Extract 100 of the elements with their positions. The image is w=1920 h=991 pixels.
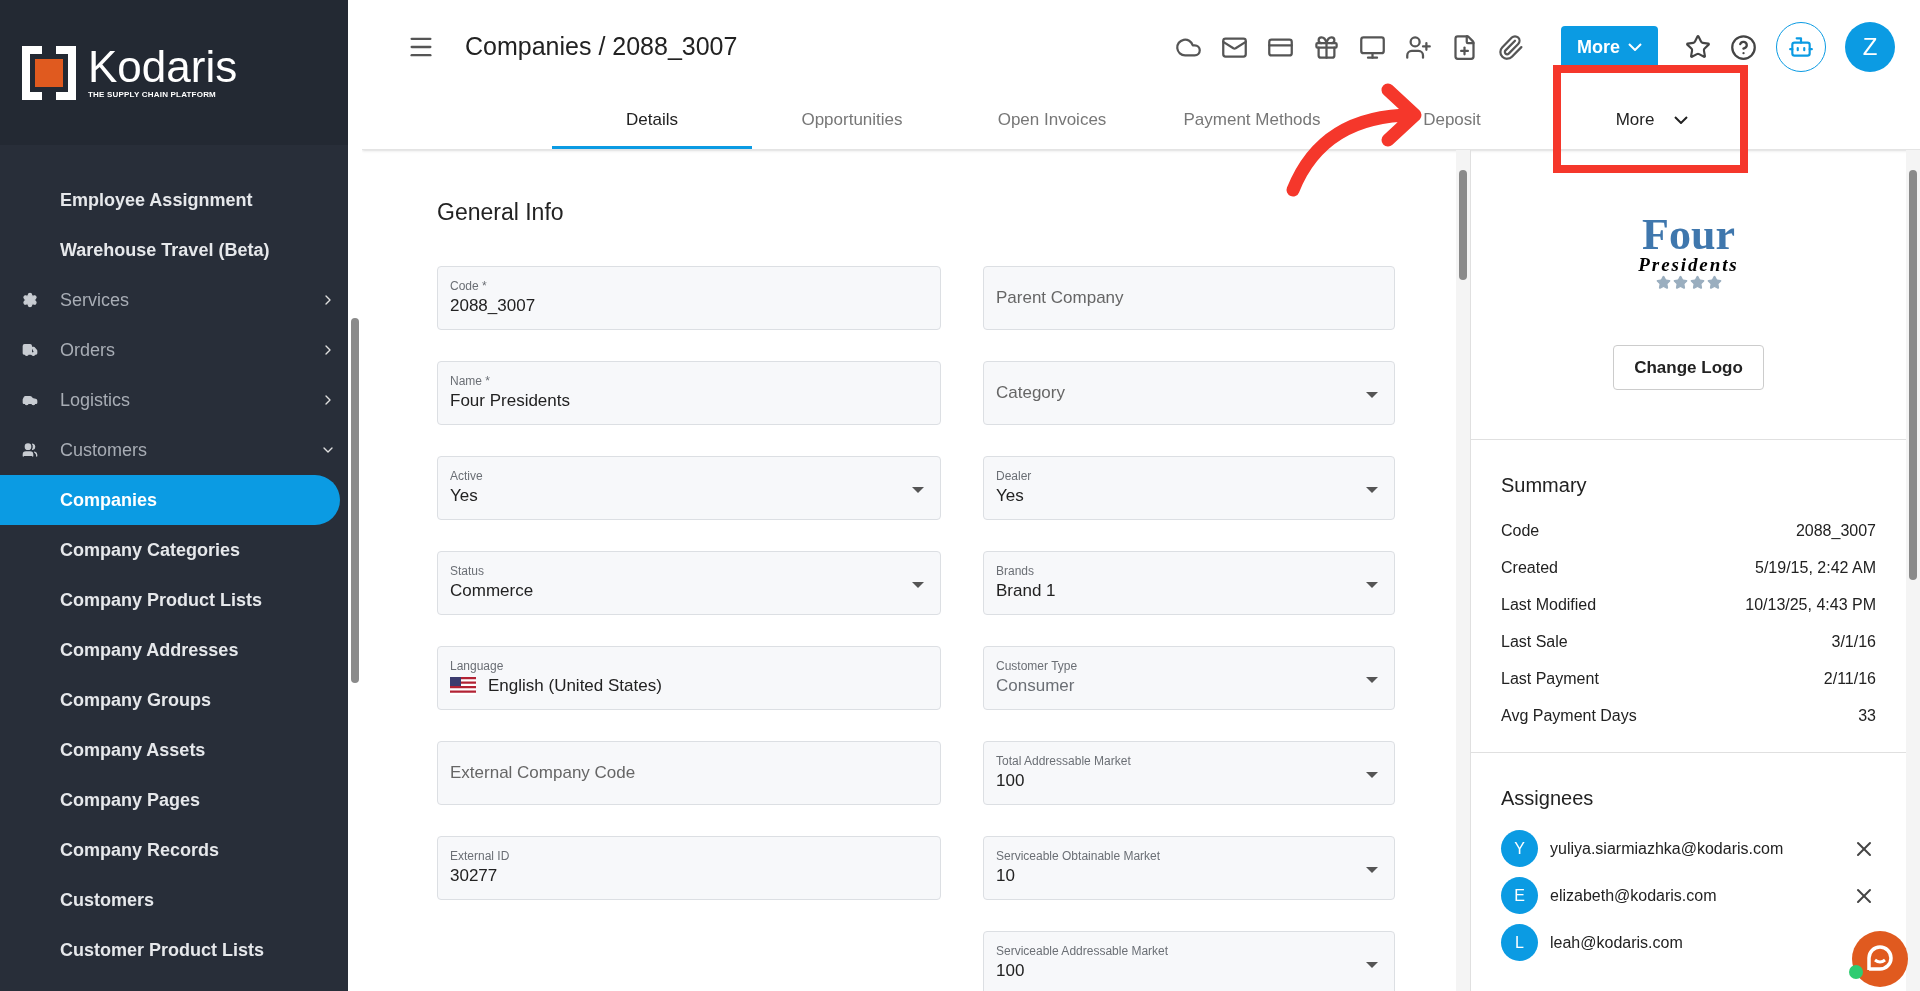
summary-value: 10/13/25, 4:43 PM [1745,594,1876,615]
field-value: 10 [996,864,1015,887]
field-value: 100 [996,769,1025,792]
field-value: 100 [996,959,1025,982]
field-label: Language [450,657,505,674]
tab[interactable]: Opportunities [752,94,952,149]
bot-button[interactable] [1776,22,1826,73]
field-label: Serviceable Addressable Market [996,942,1170,959]
section-icon [22,442,38,458]
sidebar-section[interactable]: Logistics [0,375,340,425]
assignee-avatar: E [1501,877,1538,914]
field-placeholder: Parent Company [996,286,1124,309]
assignees-title: Assignees [1501,786,1595,811]
select-field[interactable]: Active Yes [437,455,941,520]
tab[interactable]: Payment Methods [1152,94,1352,149]
field-label: Name * [450,372,491,389]
field-value: Four Presidents [450,389,570,412]
tab[interactable]: Deposit [1352,94,1552,149]
sidebar-item[interactable]: Customers [0,875,340,925]
change-logo-button[interactable]: Change Logo [1613,345,1764,390]
company-logo: Four Presidents [1638,215,1739,290]
paperclip-icon[interactable] [1497,33,1524,61]
assignee-email: elizabeth@kodaris.com [1550,885,1718,906]
select-field[interactable]: Brands Brand 1 [983,550,1395,615]
field-value: 30277 [450,864,498,887]
field-value: Consumer [996,674,1075,697]
sidebar-item[interactable]: Company Categories [0,525,340,575]
brand-name: Kodaris [88,44,238,89]
section-icon [22,342,38,358]
sidebar-item[interactable]: Warehouse Travel (Beta) [0,225,340,275]
sidebar-item[interactable]: Company Addresses [0,625,340,675]
tab[interactable]: Open Invoices [952,94,1152,149]
chevron-down-icon [1628,43,1642,52]
star-icon[interactable] [1685,34,1711,61]
field-label: Dealer [996,467,1033,484]
field-placeholder: Category [996,381,1065,404]
gift-icon[interactable] [1313,33,1340,61]
field-value: English (United States) [488,674,662,697]
summary-value: 33 [1858,705,1876,726]
field-value: 2088_3007 [450,294,536,317]
brand-tagline: THE SUPPLY CHAIN PLATFORM [88,88,217,101]
section-label: Services [60,288,131,312]
input-field[interactable]: Name * Four Presidents [437,360,941,425]
summary-label: Code [1501,520,1540,541]
summary-label: Avg Payment Days [1501,705,1637,726]
select-field[interactable]: Category [983,360,1395,425]
field-label: Customer Type [996,657,1079,674]
section-label: Customers [60,438,149,462]
monitor-icon[interactable] [1359,33,1386,61]
field-value: Yes [450,484,478,507]
field-value: Brand 1 [996,579,1056,602]
select-field[interactable]: Status Commerce [437,550,941,615]
select-field[interactable]: Serviceable Obtainable Market 10 [983,835,1395,900]
sidebar-item[interactable]: Employee Assignment [0,175,340,225]
input-field[interactable]: Parent Company [983,265,1395,330]
sidebar-section[interactable]: Customers [0,425,340,475]
field-label: Brands [996,562,1036,579]
section-label: Logistics [60,388,132,412]
tab[interactable]: More [1552,94,1752,149]
sidebar-section[interactable]: Orders [0,325,340,375]
sidebar-item[interactable]: Company Pages [0,775,340,825]
logo-icon [22,45,76,100]
page-title: Companies / 2088_3007 [465,31,738,63]
sidebar-item[interactable]: Company Groups [0,675,340,725]
summary-title: Summary [1501,473,1588,498]
input-field[interactable]: Code * 2088_3007 [437,265,941,330]
summary-value: 5/19/15, 2:42 AM [1755,557,1876,578]
input-field[interactable]: External Company Code [437,740,941,805]
sidebar-item[interactable]: Company Product Lists [0,575,340,625]
field-label: Serviceable Obtainable Market [996,847,1162,864]
assignee-avatar: Y [1501,830,1538,867]
tab[interactable]: Details [552,94,752,149]
summary-label: Last Payment [1501,668,1599,689]
field-label: External ID [450,847,511,864]
summary-label: Created [1501,557,1558,578]
help-icon[interactable] [1730,33,1757,61]
section-icon [22,292,38,308]
summary-label: Last Modified [1501,594,1597,615]
sidebar-item[interactable]: Customer Product Lists [0,925,340,975]
field-placeholder: External Company Code [450,761,636,784]
field-label: Code * [450,277,488,294]
field-label: Active [450,467,484,484]
summary-value: 2088_3007 [1795,520,1876,541]
sidebar-section[interactable]: Services [0,275,340,325]
add-user-icon[interactable] [1405,33,1432,61]
input-field[interactable]: External ID 30277 [437,835,941,900]
section-title: General Info [437,198,565,227]
input-field[interactable]: Language English (United States) [437,645,941,710]
field-label: Total Addressable Market [996,752,1132,769]
sidebar-item[interactable]: Company Assets [0,725,340,775]
field-value: Yes [996,484,1024,507]
add-file-icon[interactable] [1451,33,1478,61]
chat-widget[interactable] [1852,931,1908,987]
select-field[interactable]: Total Addressable Market 100 [983,740,1395,805]
summary-value: 3/1/16 [1831,631,1876,652]
select-field[interactable]: Serviceable Addressable Market 100 [983,930,1395,991]
section-label: Orders [60,338,116,362]
summary-label: Last Sale [1501,631,1568,652]
sidebar-item[interactable]: Company Records [0,825,340,875]
select-field[interactable]: Dealer Yes [983,455,1395,520]
